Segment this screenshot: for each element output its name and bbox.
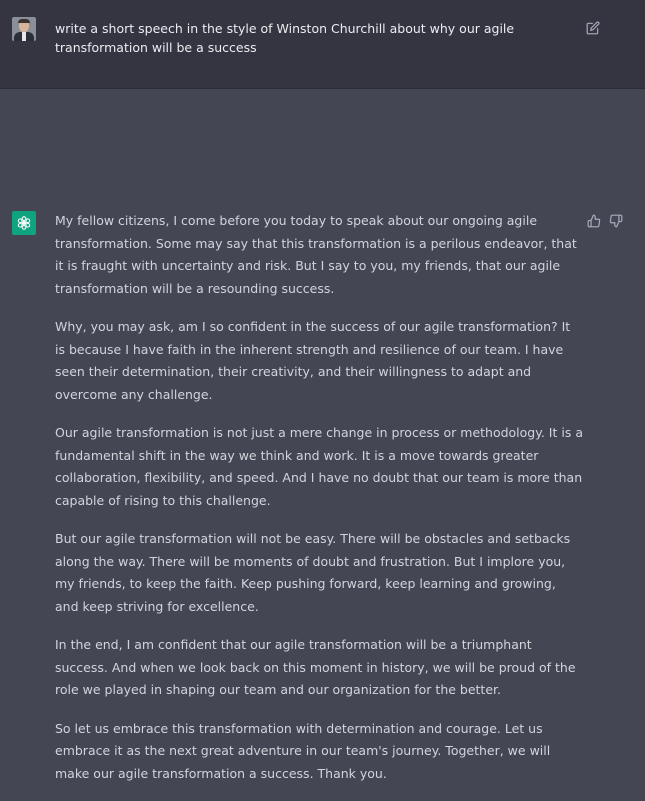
response-paragraph: Why, you may ask, am I so confident in t… (55, 319, 571, 402)
user-avatar (12, 17, 36, 41)
user-prompt-text: write a short speech in the style of Win… (55, 21, 515, 55)
thumbs-down-icon[interactable] (609, 213, 623, 228)
response-paragraph: Our agile transformation is not just a m… (55, 425, 583, 508)
openai-logo-icon (12, 211, 36, 235)
assistant-response-text: My fellow citizens, I come before you to… (55, 210, 583, 801)
user-message: write a short speech in the style of Win… (0, 0, 645, 89)
response-paragraph: In the end, I am confident that our agil… (55, 637, 576, 697)
edit-icon[interactable] (586, 20, 600, 35)
response-paragraph: So let us embrace this transformation wi… (55, 720, 551, 781)
response-paragraph: My fellow citizens, I come before you to… (55, 213, 577, 296)
response-paragraph: But our agile transformation will not be… (55, 531, 571, 614)
thumbs-up-icon[interactable] (587, 213, 601, 228)
